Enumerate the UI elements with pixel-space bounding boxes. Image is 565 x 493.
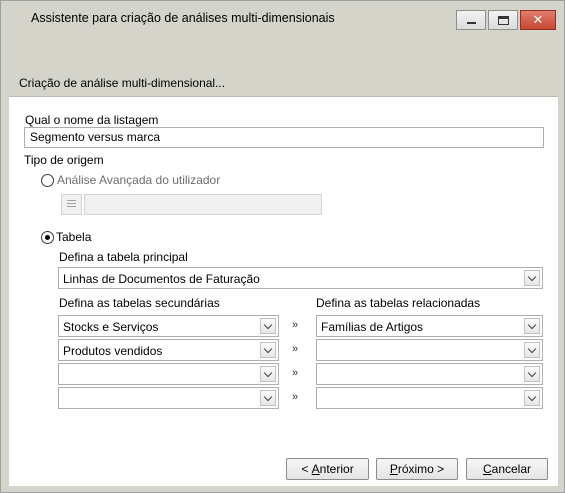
- related-table-dropdown-button[interactable]: [524, 390, 540, 406]
- advanced-analysis-radio[interactable]: [41, 174, 54, 187]
- chevron-down-icon: [527, 320, 537, 329]
- secondary-table-select-2[interactable]: Produtos vendidos: [58, 339, 279, 361]
- wizard-banner: Criação de análise multi-dimensional...: [9, 31, 558, 97]
- cancel-button[interactable]: Cancelar: [466, 458, 548, 480]
- minimize-icon: [466, 22, 476, 24]
- secondary-table-value: Produtos vendidos: [63, 344, 163, 358]
- main-table-value: Linhas de Documentos de Faturação: [63, 272, 260, 286]
- minimize-button[interactable]: [456, 10, 486, 30]
- link-arrow-icon: »: [292, 343, 299, 355]
- next-button-label: róximo >: [397, 462, 445, 476]
- banner-heading: Criação de análise multi-dimensional...: [19, 76, 226, 90]
- secondary-table-dropdown-button[interactable]: [260, 342, 276, 358]
- chevron-down-icon: [527, 368, 537, 377]
- advanced-analysis-label: Análise Avançada do utilizador: [57, 173, 221, 187]
- related-table-select-2[interactable]: [316, 339, 543, 361]
- secondary-table-dropdown-button[interactable]: [260, 318, 276, 334]
- secondary-table-dropdown-button[interactable]: [260, 390, 276, 406]
- close-button[interactable]: ✕: [520, 10, 556, 30]
- related-table-dropdown-button[interactable]: [524, 318, 540, 334]
- chevron-down-icon: [527, 272, 537, 281]
- cancel-button-label: ancelar: [491, 462, 532, 476]
- secondary-table-select-1[interactable]: Stocks e Serviços: [58, 315, 279, 337]
- listing-name-input[interactable]: Segmento versus marca: [24, 127, 544, 148]
- listing-name-label: Qual o nome da listagem: [25, 113, 159, 127]
- related-table-dropdown-button[interactable]: [524, 342, 540, 358]
- advanced-analysis-input[interactable]: [84, 194, 322, 215]
- window-title: Assistente para criação de análises mult…: [31, 11, 335, 25]
- close-icon: ✕: [532, 12, 544, 28]
- secondary-tables-label: Defina as tabelas secundárias: [59, 296, 220, 310]
- wizard-content: Qual o nome da listagem Segmento versus …: [9, 97, 558, 486]
- secondary-table-dropdown-button[interactable]: [260, 366, 276, 382]
- related-table-select-1[interactable]: Famílias de Artigos: [316, 315, 543, 337]
- maximize-button[interactable]: [488, 10, 518, 30]
- related-tables-label: Defina as tabelas relacionadas: [316, 296, 481, 310]
- chevron-down-icon: [263, 320, 273, 329]
- maximize-icon: [497, 15, 509, 25]
- back-button[interactable]: < Anterior: [286, 458, 369, 480]
- related-table-value: Famílias de Artigos: [321, 320, 424, 334]
- link-arrow-icon: »: [292, 367, 299, 379]
- main-table-select[interactable]: Linhas de Documentos de Faturação: [58, 267, 543, 289]
- main-table-label: Defina a tabela principal: [59, 250, 188, 264]
- chevron-down-icon: [263, 392, 273, 401]
- back-button-prefix: <: [301, 462, 312, 476]
- secondary-table-select-3[interactable]: [58, 363, 279, 385]
- related-table-select-4[interactable]: [316, 387, 543, 409]
- main-table-dropdown-button[interactable]: [524, 270, 540, 286]
- related-table-dropdown-button[interactable]: [524, 366, 540, 382]
- link-arrow-icon: »: [292, 391, 299, 403]
- title-bar[interactable]: Assistente para criação de análises mult…: [1, 1, 564, 31]
- secondary-table-value: Stocks e Serviços: [63, 320, 159, 334]
- advanced-picker-button[interactable]: [61, 194, 82, 215]
- next-button[interactable]: Próximo >: [376, 458, 458, 480]
- chevron-down-icon: [527, 392, 537, 401]
- next-button-accesskey: P: [389, 462, 398, 476]
- back-button-accesskey: A: [311, 462, 320, 476]
- cancel-button-accesskey: C: [482, 462, 492, 476]
- back-button-label: nterior: [319, 462, 354, 476]
- related-table-select-3[interactable]: [316, 363, 543, 385]
- chevron-down-icon: [263, 368, 273, 377]
- wizard-window: Assistente para criação de análises mult…: [0, 0, 565, 493]
- list-icon: [67, 200, 76, 209]
- chevron-down-icon: [527, 344, 537, 353]
- source-type-label: Tipo de origem: [24, 153, 104, 167]
- secondary-table-select-4[interactable]: [58, 387, 279, 409]
- link-arrow-icon: »: [292, 319, 299, 331]
- table-radio[interactable]: [41, 231, 54, 244]
- table-radio-label: Tabela: [56, 230, 92, 244]
- chevron-down-icon: [263, 344, 273, 353]
